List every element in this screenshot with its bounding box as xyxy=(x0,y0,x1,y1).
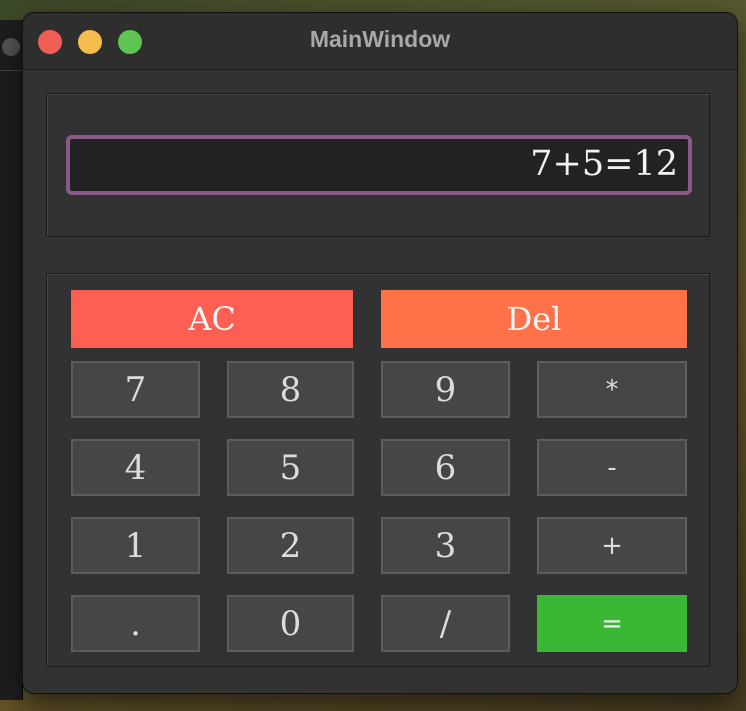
add-button[interactable]: + xyxy=(537,517,687,574)
digit-4-button[interactable]: 4 xyxy=(71,439,200,496)
keypad-panel: AC Del 7 8 9 * 4 5 6 - 1 2 3 + . 0 / = xyxy=(46,273,710,667)
digit-1-button[interactable]: 1 xyxy=(71,517,200,574)
digit-6-button[interactable]: 6 xyxy=(381,439,510,496)
digit-9-button[interactable]: 9 xyxy=(381,361,510,418)
title-bar[interactable]: MainWindow xyxy=(23,13,737,70)
digit-5-button[interactable]: 5 xyxy=(227,439,354,496)
subtract-button[interactable]: - xyxy=(537,439,687,496)
divide-button[interactable]: / xyxy=(381,595,510,652)
calculator-display[interactable]: 7+5=12 xyxy=(66,135,692,195)
digit-8-button[interactable]: 8 xyxy=(227,361,354,418)
window-title: MainWindow xyxy=(309,26,451,52)
background-window-divider xyxy=(0,70,22,71)
multiply-button[interactable]: * xyxy=(537,361,687,418)
display-panel: 7+5=12 xyxy=(46,93,710,237)
background-window-button xyxy=(2,38,20,56)
digit-7-button[interactable]: 7 xyxy=(71,361,200,418)
digit-3-button[interactable]: 3 xyxy=(381,517,510,574)
clear-all-button[interactable]: AC xyxy=(71,290,353,348)
main-window: MainWindow 7+5=12 AC Del 7 8 9 * 4 5 6 -… xyxy=(22,12,738,694)
digit-0-button[interactable]: 0 xyxy=(227,595,354,652)
equals-button[interactable]: = xyxy=(537,595,687,652)
background-window xyxy=(0,20,23,700)
delete-button[interactable]: Del xyxy=(381,290,687,348)
decimal-point-button[interactable]: . xyxy=(71,595,200,652)
digit-2-button[interactable]: 2 xyxy=(227,517,354,574)
